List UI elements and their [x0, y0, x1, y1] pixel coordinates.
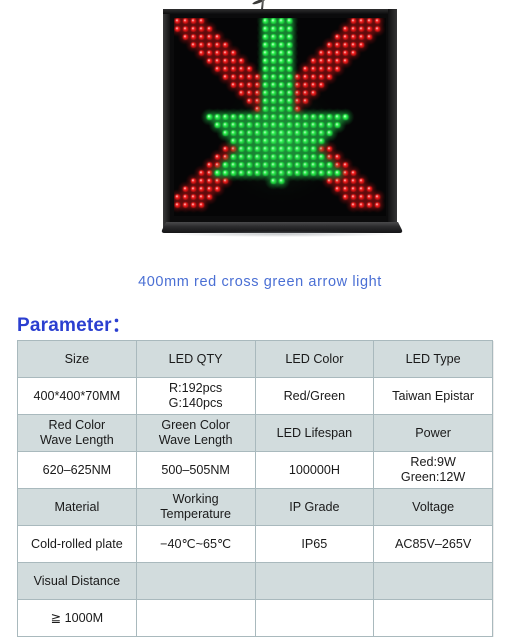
table-cell: Taiwan Epistar: [373, 377, 493, 415]
product-photo: [0, 0, 520, 260]
table-header-row: Material Working Temperature IP Grade Voltag…: [17, 488, 493, 526]
table-cell: Red/Green: [254, 377, 375, 415]
table-cell: LED Color: [254, 340, 375, 378]
table-cell: Voltage: [373, 488, 493, 526]
table-cell: Green Color Wave Length: [135, 414, 256, 452]
table-row: 620–625NM 500–505NM 100000H Red:9W Green:12W: [17, 451, 493, 489]
table-cell: AC85V–265V: [373, 525, 493, 563]
table-cell: Size: [17, 340, 137, 378]
housing-bevel-right: [388, 9, 397, 229]
table-row: 400*400*70MM R:192pcs G:140pcs Red/Green Tai…: [17, 377, 493, 415]
housing-bevel-top: [163, 9, 397, 14]
table-cell: R:192pcs G:140pcs: [135, 377, 256, 415]
table-cell: Visual Distance: [17, 562, 137, 600]
spec-table-body: Size LED QTY LED Color LED Type 400*400*70MM…: [17, 340, 493, 637]
table-header-row: Size LED QTY LED Color LED Type: [17, 340, 493, 378]
table-cell: 500–505NM: [135, 451, 256, 489]
power-cable-loop: [251, 0, 267, 6]
page-title: Parameter：: [17, 315, 131, 336]
table-cell: Working Temperature: [135, 488, 256, 526]
table-cell: [254, 599, 375, 637]
spec-table: Size LED QTY LED Color LED Type 400*400*70MM…: [17, 340, 493, 637]
housing-base-shadow: [172, 231, 392, 237]
table-cell: 400*400*70MM: [17, 377, 137, 415]
table-cell: [254, 562, 375, 600]
table-cell: Red Color Wave Length: [17, 414, 137, 452]
led-display-face: [174, 18, 386, 216]
table-header-row: Red Color Wave Length Green Color Wave Leng…: [17, 414, 493, 452]
table-cell: Cold-rolled plate: [17, 525, 137, 563]
table-cell: Power: [373, 414, 493, 452]
led-matrix: [174, 18, 386, 216]
photo-caption: 400mm red cross green arrow light: [138, 274, 382, 290]
table-cell: Red:9W Green:12W: [373, 451, 493, 489]
table-cell: LED Type: [373, 340, 493, 378]
table-cell: 620–625NM: [17, 451, 137, 489]
table-cell: [135, 599, 256, 637]
table-cell: IP65: [254, 525, 375, 563]
table-cell: −40℃~65℃: [135, 525, 256, 563]
table-cell: [373, 599, 493, 637]
table-cell: LED Lifespan: [254, 414, 375, 452]
spec-table-wrap: Size LED QTY LED Color LED Type 400*400*70MM…: [17, 340, 493, 637]
table-cell: [135, 562, 256, 600]
table-cell: Material: [17, 488, 137, 526]
table-cell: LED QTY: [135, 340, 256, 378]
table-cell: ≧ 1000M: [17, 599, 137, 637]
table-cell: IP Grade: [254, 488, 375, 526]
table-row: Cold-rolled plate −40℃~65℃ IP65 AC85V–265V: [17, 525, 493, 563]
housing-bevel-left: [163, 9, 170, 229]
table-cell: [373, 562, 493, 600]
table-cell: 100000H: [254, 451, 375, 489]
table-row: ≧ 1000M: [17, 599, 493, 637]
table-header-row: Visual Distance: [17, 562, 493, 600]
